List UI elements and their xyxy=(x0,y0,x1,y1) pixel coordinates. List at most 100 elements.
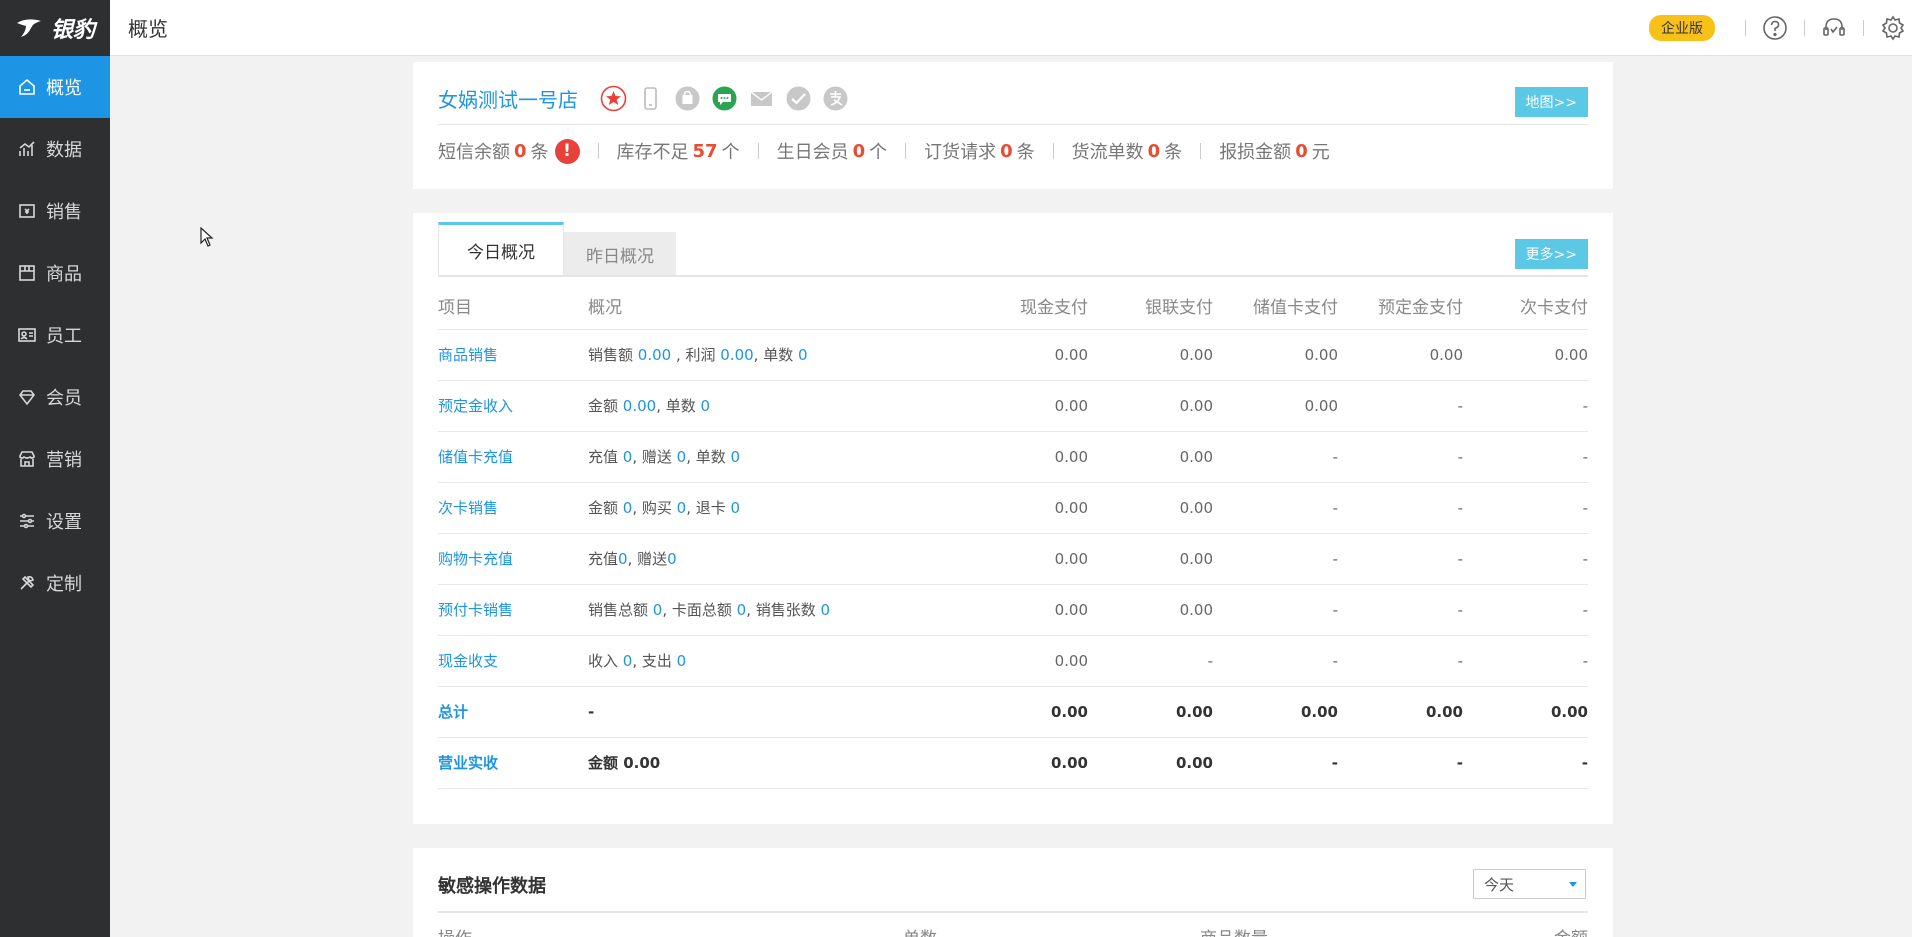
cell-deposit: 0.00 xyxy=(1338,686,1463,738)
store-stats: 短信余额 0 条 ! 库存不足 57 个 生日会员 0 个 订货请求 0 条 货… xyxy=(438,138,1330,164)
column-header-qty: 商品数量 xyxy=(1200,924,1268,937)
column-header-desc: 概况 xyxy=(588,283,963,330)
cell-cash: 0.00 xyxy=(963,635,1088,687)
check-badge-icon[interactable] xyxy=(785,85,812,112)
table-row: 现金收支 收入 0, 支出 0 0.00 - - - - xyxy=(438,635,1588,687)
sidebar-item-goods[interactable]: 商品 xyxy=(0,242,110,304)
cell-cash: 0.00 xyxy=(963,329,1088,381)
sidebar-item-label: 设置 xyxy=(46,512,82,533)
sidebar-item-label: 员工 xyxy=(46,326,82,347)
mail-icon[interactable] xyxy=(748,85,775,112)
store-name[interactable]: 女娲测试一号店 xyxy=(438,84,578,113)
brand-logo[interactable]: 银豹 xyxy=(0,0,110,56)
row-item-link[interactable]: 预付卡销售 xyxy=(438,584,588,636)
cell-unionpay: 0.00 xyxy=(1088,380,1213,432)
map-button[interactable]: 地图>> xyxy=(1514,87,1588,117)
order-requests-value[interactable]: 0 xyxy=(1000,141,1013,162)
cell-unionpay: - xyxy=(1088,635,1213,687)
sms-balance-label: 短信余额 xyxy=(438,142,510,163)
cell-times: - xyxy=(1463,584,1588,636)
low-stock-value[interactable]: 57 xyxy=(693,141,718,162)
row-desc: 金额 0.00 xyxy=(588,737,963,789)
row-item-link[interactable]: 次卡销售 xyxy=(438,482,588,534)
cell-stored: - xyxy=(1213,635,1338,687)
gear-icon[interactable] xyxy=(1880,15,1906,41)
shopping-bag-icon[interactable] xyxy=(674,85,701,112)
sidebar-item-staff[interactable]: 员工 xyxy=(0,304,110,366)
headset-support-icon[interactable] xyxy=(1821,15,1847,41)
leopard-logo-icon xyxy=(15,17,45,39)
sms-balance-unit: 条 xyxy=(530,142,549,163)
cell-times: 0.00 xyxy=(1463,329,1588,381)
loss-amount-value[interactable]: 0 xyxy=(1295,141,1308,162)
birthday-members-value[interactable]: 0 xyxy=(853,141,866,162)
cell-cash: 0.00 xyxy=(963,431,1088,483)
column-header-item: 项目 xyxy=(438,283,588,330)
row-item-link[interactable]: 预定金收入 xyxy=(438,380,588,432)
sidebar-item-marketing[interactable]: 营销 xyxy=(0,428,110,490)
row-item-link[interactable]: 储值卡充值 xyxy=(438,431,588,483)
mobile-icon[interactable] xyxy=(637,85,664,112)
column-header-unionpay: 银联支付 xyxy=(1088,283,1213,330)
period-select[interactable]: 今天 xyxy=(1473,869,1586,899)
divider xyxy=(438,124,1588,125)
cell-stored: - xyxy=(1213,482,1338,534)
more-button[interactable]: 更多>> xyxy=(1514,239,1588,269)
sidebar: 银豹 概览 数据 销售 商品 员工 会员 营销 设置 定制 xyxy=(0,0,110,937)
cell-cash: 0.00 xyxy=(963,482,1088,534)
loss-amount-label: 报损金额 xyxy=(1219,142,1292,163)
cell-times: - xyxy=(1463,380,1588,432)
alipay-icon[interactable] xyxy=(822,85,849,112)
help-icon[interactable] xyxy=(1762,15,1788,41)
column-header-stored: 储值卡支付 xyxy=(1213,283,1338,330)
row-item-link[interactable]: 总计 xyxy=(438,686,588,738)
cell-deposit: - xyxy=(1338,635,1463,687)
cell-unionpay: 0.00 xyxy=(1088,686,1213,738)
sidebar-item-data[interactable]: 数据 xyxy=(0,118,110,180)
sms-balance-value[interactable]: 0 xyxy=(514,141,527,162)
order-requests-unit: 条 xyxy=(1016,142,1035,163)
sidebar-item-members[interactable]: 会员 xyxy=(0,366,110,428)
cell-times: - xyxy=(1463,482,1588,534)
alert-icon[interactable]: ! xyxy=(554,138,580,164)
row-item-link[interactable]: 购物卡充值 xyxy=(438,533,588,585)
tab-today[interactable]: 今日概况 xyxy=(438,222,564,276)
sidebar-item-overview[interactable]: 概览 xyxy=(0,56,110,118)
cell-deposit: - xyxy=(1338,533,1463,585)
star-badge-icon[interactable] xyxy=(600,85,627,112)
wechat-message-icon[interactable] xyxy=(711,85,738,112)
cell-deposit: - xyxy=(1338,584,1463,636)
sidebar-item-label: 数据 xyxy=(46,140,82,161)
sidebar-item-label: 会员 xyxy=(46,388,82,409)
row-desc: 充值0, 赠送0 xyxy=(588,533,963,585)
cash-register-icon xyxy=(17,201,37,221)
sidebar-item-sales[interactable]: 销售 xyxy=(0,180,110,242)
cell-times: - xyxy=(1463,533,1588,585)
sidebar-item-label: 销售 xyxy=(46,202,82,223)
diamond-icon xyxy=(17,387,37,407)
store-icon xyxy=(17,449,37,469)
sensitive-ops-panel: 敏感操作数据 今天 操作 单数 商品数量 金额 xyxy=(413,848,1613,937)
column-header-count: 单数 xyxy=(903,924,937,937)
row-item-link[interactable]: 商品销售 xyxy=(438,329,588,381)
overview-panel: 今日概况 昨日概况 更多>> 项目 概况 现金支付 银联支付 储值卡支付 预定金… xyxy=(413,213,1613,824)
goods-flow-unit: 条 xyxy=(1164,142,1183,163)
sidebar-item-label: 商品 xyxy=(46,264,82,285)
divider xyxy=(597,143,599,159)
cell-times: 0.00 xyxy=(1463,686,1588,738)
row-item-link[interactable]: 营业实收 xyxy=(438,737,588,789)
sidebar-item-settings[interactable]: 设置 xyxy=(0,490,110,552)
column-header-deposit: 预定金支付 xyxy=(1338,283,1463,330)
overview-table: 项目 概况 现金支付 银联支付 储值卡支付 预定金支付 次卡支付 商品销售 销售… xyxy=(438,283,1588,789)
tab-yesterday[interactable]: 昨日概况 xyxy=(564,232,676,276)
cell-unionpay: 0.00 xyxy=(1088,431,1213,483)
goods-flow-value[interactable]: 0 xyxy=(1148,141,1161,162)
sidebar-item-custom[interactable]: 定制 xyxy=(0,552,110,614)
enterprise-badge[interactable]: 企业版 xyxy=(1649,14,1715,41)
mouse-cursor-icon xyxy=(200,227,214,247)
row-item-link[interactable]: 现金收支 xyxy=(438,635,588,687)
caret-down-icon xyxy=(1569,882,1577,887)
table-row: 次卡销售 金额 0, 购买 0, 退卡 0 0.00 0.00 - - - xyxy=(438,482,1588,534)
table-row-total: 总计 - 0.00 0.00 0.00 0.00 0.00 xyxy=(438,686,1588,738)
cell-times: - xyxy=(1463,635,1588,687)
